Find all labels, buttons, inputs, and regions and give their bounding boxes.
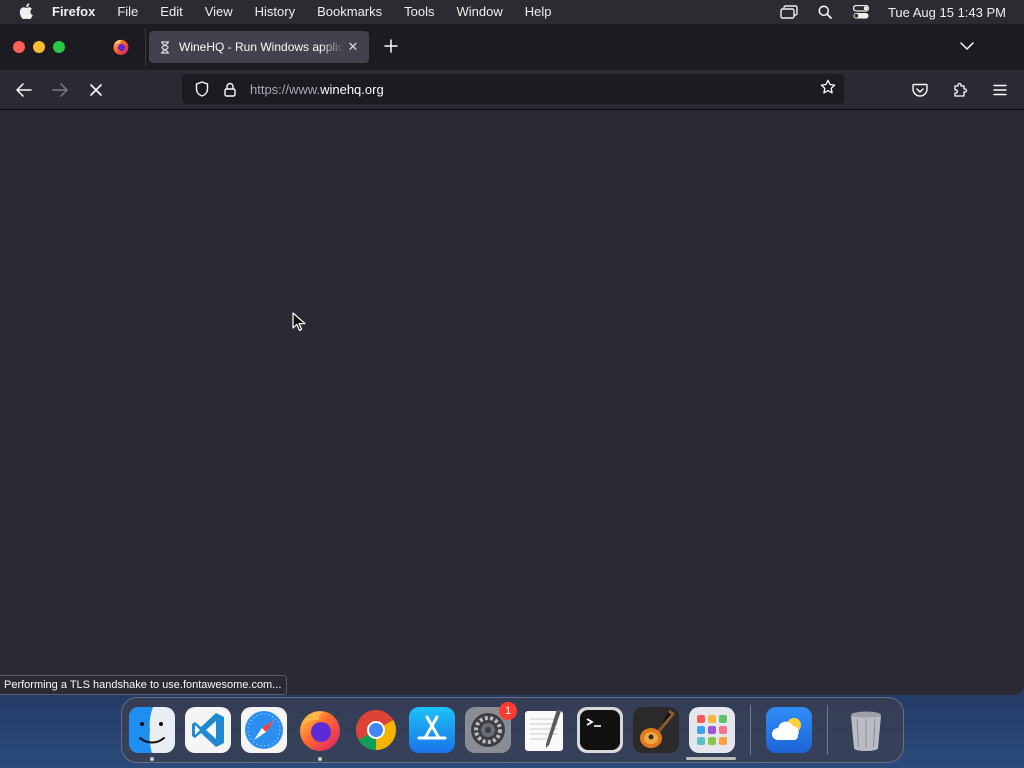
firefox-window: WineHQ - Run Windows applications on Lin…: [0, 24, 1024, 695]
chrome-icon[interactable]: [353, 707, 399, 753]
url-domain: winehq.org: [320, 81, 384, 97]
menu-window[interactable]: Window: [446, 0, 514, 24]
stop-x-icon: [90, 83, 102, 96]
control-center-icon[interactable]: [852, 3, 870, 21]
vscode-icon[interactable]: [185, 707, 231, 753]
dock: 1: [121, 697, 904, 763]
forward-button[interactable]: [42, 74, 78, 106]
url-bar[interactable]: https://www.winehq.org: [182, 74, 844, 104]
app-store-icon[interactable]: [409, 707, 455, 753]
firefox-logo-icon: [113, 39, 129, 55]
finder-icon[interactable]: [129, 707, 175, 761]
dock-divider: [750, 705, 751, 755]
tab-separator: [145, 28, 146, 66]
padlock-icon[interactable]: [216, 82, 244, 97]
screen-mirroring-icon[interactable]: [780, 3, 798, 21]
notification-badge: 1: [499, 702, 517, 720]
hourglass-loading-icon: [157, 39, 173, 55]
running-indicator: [150, 757, 154, 761]
launchpad-icon[interactable]: [689, 707, 735, 753]
dock-scroll-indicator: [686, 757, 736, 760]
tab-title: WineHQ - Run Windows applications on Lin…: [179, 40, 345, 54]
tracking-protection-shield-icon[interactable]: [188, 81, 216, 97]
menu-bar-clock[interactable]: Tue Aug 15 1:43 PM: [888, 5, 1006, 20]
menu-tools[interactable]: Tools: [393, 0, 445, 24]
safari-icon[interactable]: [241, 707, 287, 753]
menu-edit[interactable]: Edit: [149, 0, 193, 24]
new-tab-button[interactable]: [383, 36, 399, 59]
trash-icon[interactable]: [843, 707, 889, 753]
extensions-button[interactable]: [942, 74, 978, 106]
window-controls: [0, 41, 65, 53]
status-panel: Performing a TLS handshake to use.fontaw…: [0, 675, 288, 695]
menu-file[interactable]: File: [106, 0, 149, 24]
pocket-button[interactable]: [902, 74, 938, 106]
toolbar-right-buttons: [902, 74, 1018, 106]
arrow-left-icon: [16, 82, 32, 97]
mouse-cursor-icon: [292, 312, 306, 331]
menu-view[interactable]: View: [194, 0, 244, 24]
window-close-button[interactable]: [13, 41, 25, 53]
textedit-icon[interactable]: [521, 707, 567, 753]
menu-help[interactable]: Help: [514, 0, 563, 24]
url-prefix: https://www.: [250, 81, 321, 97]
hamburger-menu-icon: [993, 84, 1007, 96]
weather-icon[interactable]: [766, 707, 812, 753]
app-menu-button[interactable]: [982, 74, 1018, 106]
firefox-view-button[interactable]: [103, 29, 139, 65]
apple-menu-icon[interactable]: [0, 2, 52, 22]
dock-divider: [827, 705, 828, 755]
stop-loading-button[interactable]: [78, 74, 114, 106]
window-minimize-button[interactable]: [33, 41, 45, 53]
list-all-tabs-chevron-icon[interactable]: [960, 38, 974, 56]
menu-bar: Firefox File Edit View History Bookmarks…: [0, 0, 1024, 24]
navigation-toolbar: https://www.winehq.org: [0, 70, 1024, 110]
page-content-area[interactable]: [0, 111, 1024, 695]
running-indicator: [318, 757, 322, 761]
puzzle-piece-icon: [954, 82, 968, 97]
menu-bookmarks[interactable]: Bookmarks: [306, 0, 393, 24]
window-zoom-button[interactable]: [53, 41, 65, 53]
tab-strip: WineHQ - Run Windows applications on Lin…: [0, 24, 1024, 70]
system-settings-icon[interactable]: 1: [465, 702, 517, 753]
menu-history[interactable]: History: [244, 0, 306, 24]
bookmark-star-icon[interactable]: [820, 79, 836, 100]
tab-winehq[interactable]: WineHQ - Run Windows applications on Lin…: [149, 31, 369, 63]
terminal-icon[interactable]: [577, 707, 623, 753]
url-text[interactable]: https://www.winehq.org: [250, 82, 384, 97]
spotlight-search-icon[interactable]: [816, 3, 834, 21]
back-button[interactable]: [6, 74, 42, 106]
garageband-icon[interactable]: [633, 707, 679, 753]
firefox-icon[interactable]: [297, 707, 343, 761]
menu-app-firefox[interactable]: Firefox: [52, 0, 106, 24]
tab-close-icon[interactable]: ✕: [345, 39, 361, 55]
arrow-right-icon: [52, 82, 68, 97]
pocket-icon: [912, 83, 928, 97]
